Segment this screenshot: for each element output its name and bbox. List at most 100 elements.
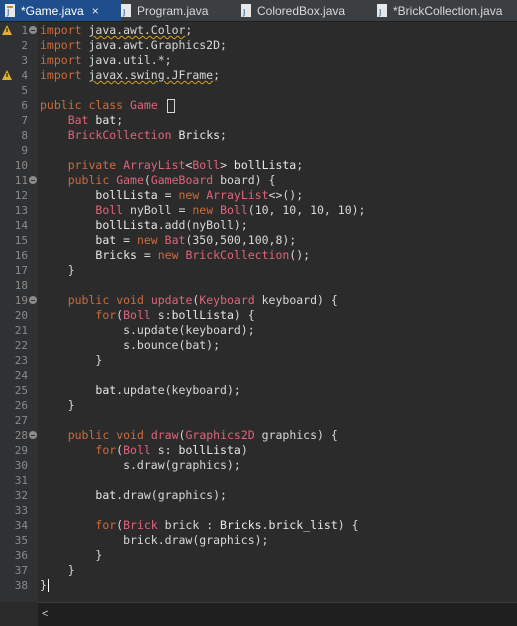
line-number: 35: [14, 534, 28, 547]
code-line: 24: [0, 368, 517, 383]
code-line: 38 }: [0, 578, 517, 593]
code-text: import java.util.*;: [40, 53, 172, 67]
gutter-footer: [0, 602, 38, 625]
code-line: 27: [0, 413, 517, 428]
code-line: 3 import java.util.*;: [0, 53, 517, 68]
code-text: Bat bat;: [67, 113, 124, 127]
tab-label: Program.java: [137, 3, 209, 18]
code-text: brick.draw(graphics);: [40, 533, 269, 547]
code-line: 23 }: [0, 353, 517, 368]
code-line: 25 bat.update(keyboard);: [0, 383, 517, 398]
line-number: 31: [14, 474, 28, 487]
code-line: 20 for(Boll s:bollLista) {: [0, 308, 517, 323]
code-line: 14 bollLista.add(nyBoll);: [0, 218, 517, 233]
code-text: BrickCollection Bricks;: [67, 128, 227, 142]
code-line: 22 s.bounce(bat);: [0, 338, 517, 353]
text-cursor: [47, 579, 49, 592]
line-number: 22: [14, 339, 28, 352]
tab-program-java[interactable]: J Program.java: [118, 0, 235, 21]
scroll-left-icon[interactable]: <: [42, 608, 48, 620]
code-line: 36 }: [0, 548, 517, 563]
code-line: 28 public void draw(Graphics2D graphics)…: [0, 428, 517, 443]
fold-collapse-icon[interactable]: [29, 176, 37, 184]
code-text: import java.awt.Color;: [40, 23, 193, 37]
tab-label: *BrickCollection.java: [393, 3, 503, 18]
code-editor[interactable]: 1 import java.awt.Color; 2 import java.a…: [0, 22, 517, 602]
code-text: import javax.swing.JFrame;: [40, 68, 221, 82]
code-text: s.bounce(bat);: [40, 338, 221, 352]
line-number: 10: [14, 159, 28, 172]
code-text: s.draw(graphics);: [40, 458, 241, 472]
code-text: Bricks = new BrickCollection();: [95, 248, 311, 262]
line-number: 11: [14, 174, 28, 187]
code-line: 8 BrickCollection Bricks;: [0, 128, 517, 143]
java-file-icon: J: [240, 4, 252, 17]
code-line: 34 for(Brick brick : Bricks.brick_list) …: [0, 518, 517, 533]
line-number: 33: [14, 504, 28, 517]
code-text: }: [40, 263, 75, 277]
code-line: 35 brick.draw(graphics);: [0, 533, 517, 548]
line-number: 21: [14, 324, 28, 337]
code-line: 30 s.draw(graphics);: [0, 458, 517, 473]
code-line: 26 }: [0, 398, 517, 413]
line-number: 3: [21, 54, 28, 67]
code-line: 16 Bricks = new BrickCollection();: [0, 248, 517, 263]
line-number: 9: [21, 144, 28, 157]
fold-collapse-icon[interactable]: [29, 296, 37, 304]
line-number: 2: [21, 39, 28, 52]
line-number: 30: [14, 459, 28, 472]
code-line: 5: [0, 83, 517, 98]
code-text: public class Game: [40, 98, 175, 113]
close-icon[interactable]: ×: [92, 4, 99, 18]
code-line: 15 bat = new Bat(350,500,100,8);: [0, 233, 517, 248]
line-number: 25: [14, 384, 28, 397]
line-number: 19: [14, 294, 28, 307]
tab-coloredbox-java[interactable]: J ColoredBox.java: [238, 0, 365, 21]
code-text: }: [40, 353, 103, 367]
code-text: bat.update(keyboard);: [95, 383, 241, 397]
line-number: 23: [14, 354, 28, 367]
fold-collapse-icon[interactable]: [29, 431, 37, 439]
code-text: bat = new Bat(350,500,100,8);: [95, 233, 297, 247]
line-number: 4: [21, 69, 28, 82]
code-line: 18: [0, 278, 517, 293]
code-line: 9: [0, 143, 517, 158]
code-text: Boll nyBoll = new Boll(10, 10, 10, 10);: [95, 203, 366, 217]
java-file-icon: J: [120, 4, 132, 17]
code-text: }: [40, 578, 49, 592]
line-number: 26: [14, 399, 28, 412]
line-number: 18: [14, 279, 28, 292]
code-line: 21 s.update(keyboard);: [0, 323, 517, 338]
line-number: 13: [14, 204, 28, 217]
line-number: 6: [21, 99, 28, 112]
code-text: import java.awt.Graphics2D;: [40, 38, 227, 52]
tab-game-java[interactable]: J *Game.java ×: [0, 0, 121, 21]
fold-collapse-icon[interactable]: [29, 26, 37, 34]
line-number: 20: [14, 309, 28, 322]
code-text: for(Brick brick : Bricks.brick_list) {: [95, 518, 359, 532]
svg-text:J: J: [242, 8, 245, 17]
line-number: 5: [21, 84, 28, 97]
svg-text:J: J: [6, 8, 9, 17]
tab-label: *Game.java: [21, 3, 84, 18]
code-text: }: [40, 398, 75, 412]
code-text: bollLista.add(nyBoll);: [95, 218, 248, 232]
line-number: 38: [14, 579, 28, 592]
line-number: 34: [14, 519, 28, 532]
svg-text:J: J: [378, 8, 381, 17]
code-text: bat.draw(graphics);: [95, 488, 227, 502]
code-text: for(Boll s: bollLista): [95, 443, 248, 457]
line-number: 16: [14, 249, 28, 262]
line-number: 8: [21, 129, 28, 142]
line-number: 1: [21, 24, 28, 37]
tab-brickcollection-java[interactable]: J *BrickCollection.java: [374, 0, 517, 21]
horizontal-scrollbar[interactable]: <: [38, 602, 517, 626]
java-file-icon: J: [4, 4, 16, 17]
code-line: 32 bat.draw(graphics);: [0, 488, 517, 503]
line-number: 7: [21, 114, 28, 127]
code-line: 37 }: [0, 563, 517, 578]
code-line: 11 public Game(GameBoard board) {: [0, 173, 517, 188]
code-line: 12 bollLista = new ArrayList<>();: [0, 188, 517, 203]
code-line: 13 Boll nyBoll = new Boll(10, 10, 10, 10…: [0, 203, 517, 218]
line-number: 14: [14, 219, 28, 232]
